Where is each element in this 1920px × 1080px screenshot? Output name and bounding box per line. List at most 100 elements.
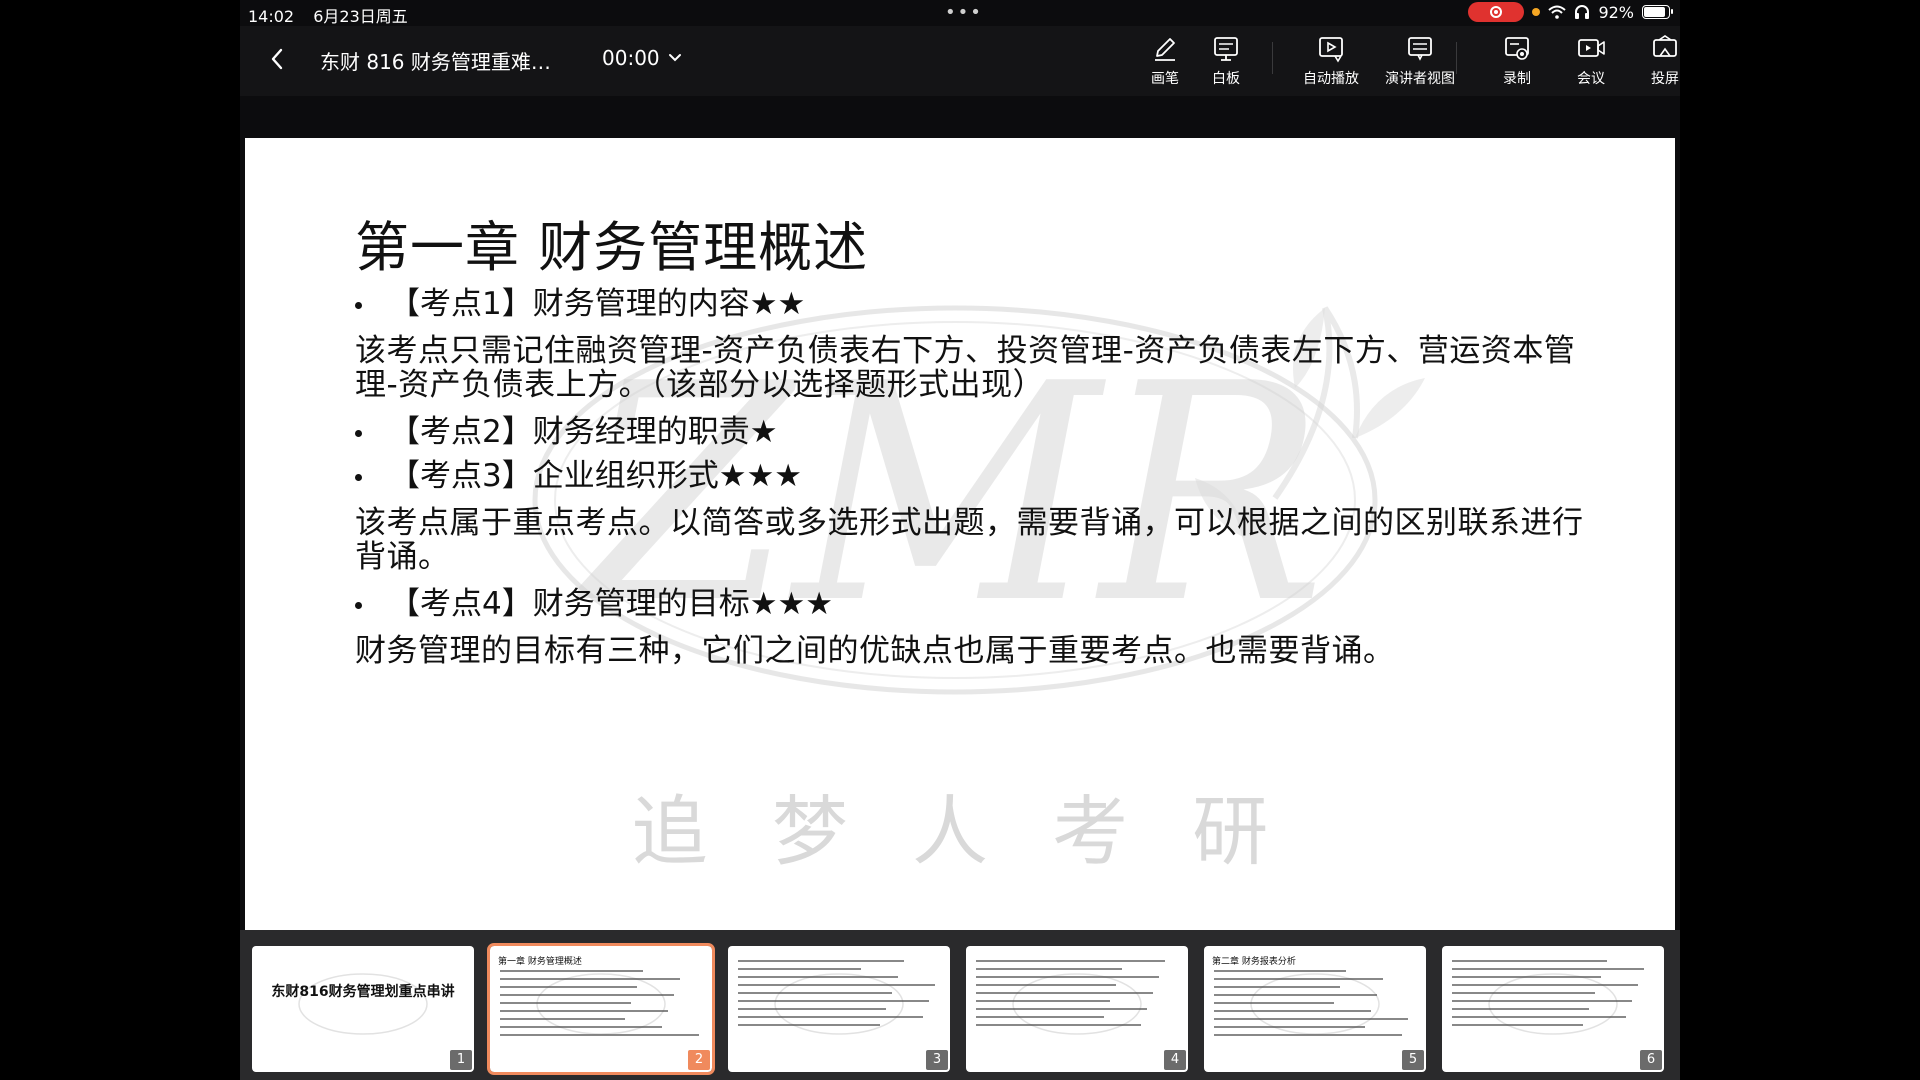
thumbnail-text-line: [738, 992, 892, 994]
battery-level: [1644, 7, 1666, 17]
thumbnail-title: 第二章 财务报表分析: [1212, 957, 1296, 967]
thumbnail-text-line: [500, 994, 674, 996]
pen-label: 画笔: [1151, 71, 1179, 87]
slide-thumbnail[interactable]: 3: [728, 946, 950, 1072]
thumbnail-text-line: [500, 970, 643, 972]
thumbnail-text-line: [1452, 984, 1638, 986]
slide-thumbnail[interactable]: 4: [966, 946, 1188, 1072]
thumbnail-text-line: [1452, 1024, 1583, 1026]
thumbnail-title: 第一章 财务管理概述: [498, 957, 582, 967]
slide-thumbnail-strip[interactable]: 东财816财务管理划重点串讲 1 第一章 财务管理概述 2 3 4 第二章 财务报表分析 5 6: [240, 930, 1680, 1080]
thumbnail-text-line: [1214, 1034, 1402, 1036]
timer-value: 00:00: [602, 46, 660, 70]
presenter-view-icon: [1408, 37, 1432, 61]
cast-icon: [1653, 35, 1677, 57]
meeting-icon: [1578, 39, 1605, 57]
slide-thumbnail[interactable]: 第二章 财务报表分析 5: [1204, 946, 1426, 1072]
thumbnail-text-line: [500, 1034, 699, 1036]
slide-title: 第一章 财务管理概述: [355, 216, 869, 279]
slide-paragraph: 该考点属于重点考点。以简答或多选形式出题，需要背诵，可以根据之间的区别联系进行背…: [355, 505, 1584, 575]
record-dot-icon: [1490, 6, 1503, 18]
autoplay-button[interactable]: 自动播放: [1293, 34, 1369, 88]
thumbnail-text-line: [1214, 994, 1377, 996]
battery-icon: [1642, 5, 1673, 19]
thumbnail-text-line: [1452, 968, 1644, 970]
thumbnail-text-line: [976, 984, 1116, 986]
thumbnail-number: 5: [1402, 1050, 1424, 1070]
slide-paragraph: 该考点只需记住融资管理-资产负债表右下方、投资管理-资产负债表左下方、营运资本管…: [355, 333, 1576, 403]
thumbnail-cover-title: 东财816财务管理划重点串讲: [252, 984, 474, 1000]
slide-bullet: 【考点2】财务经理的职责★: [355, 412, 1585, 452]
pen-icon: [1155, 38, 1175, 61]
thumbnail-text-line: [976, 1016, 1104, 1018]
thumbnail-text-line: [500, 986, 637, 988]
thumbnail-number: 3: [926, 1050, 948, 1070]
thumbnail-text-line: [1452, 976, 1601, 978]
timer-dropdown[interactable]: 00:00: [602, 46, 682, 70]
whiteboard-button[interactable]: 白板: [1188, 34, 1264, 88]
thumbnail-text-line: [500, 1002, 631, 1004]
current-slide[interactable]: ZMR 追 梦 人 考 研 第一章 财务管理概述 【考点1】财务管理的内容★★ 该…: [245, 138, 1675, 930]
thumbnail-text-line: [500, 1026, 662, 1028]
thumbnail-text-line: [1214, 1002, 1334, 1004]
thumbnail-text-line: [1214, 1010, 1371, 1012]
slide-thumbnail[interactable]: 东财816财务管理划重点串讲 1: [252, 946, 474, 1072]
thumbnail-text-line: [976, 992, 1153, 994]
meeting-button[interactable]: 会议: [1553, 34, 1629, 88]
thumbnail-text-line: [500, 1010, 668, 1012]
meeting-label: 会议: [1577, 71, 1605, 87]
thumbnail-title: 东财816财务管理划重点串讲: [271, 984, 455, 1000]
watermark-text: 追 梦 人 考 研: [632, 787, 1289, 876]
slide-bullet: 【考点1】财务管理的内容★★: [355, 284, 1585, 324]
slide-content: 第一章 财务管理概述 【考点1】财务管理的内容★★ 该考点只需记住融资管理-资产负…: [355, 216, 1585, 678]
status-time: 14:02: [248, 7, 295, 26]
slide-thumbnail[interactable]: 第一章 财务管理概述 2: [487, 943, 715, 1075]
thumbnail-text-line: [1452, 1008, 1589, 1010]
thumbnail-number: 6: [1640, 1050, 1662, 1070]
chevron-left-icon: [271, 48, 283, 70]
thumbnail-text-line: [1214, 1026, 1365, 1028]
back-button[interactable]: [260, 42, 294, 76]
thumbnail-watermark-icon: [298, 973, 428, 1035]
whiteboard-icon: [1214, 37, 1238, 61]
screen-record-indicator[interactable]: [1468, 2, 1525, 22]
multitask-dots-icon[interactable]: •••: [945, 2, 983, 23]
thumbnail-text-line: [1452, 960, 1607, 962]
cast-button[interactable]: 投屏: [1627, 34, 1703, 88]
presenter-view-button[interactable]: 演讲者视图: [1382, 34, 1458, 88]
toolbar-divider: [1456, 42, 1457, 74]
thumbnail-text-line: [500, 1018, 625, 1020]
thumbnail-text-line: [976, 968, 1122, 970]
thumbnail-text-line: [738, 976, 898, 978]
thumbnail-number: 1: [450, 1050, 472, 1070]
whiteboard-label: 白板: [1212, 71, 1240, 87]
thumbnail-number: 2: [688, 1050, 710, 1070]
thumbnail-text-line: [976, 1000, 1110, 1002]
status-date: 6月23日周五: [313, 7, 408, 26]
thumbnail-text-line: [738, 984, 935, 986]
record-label: 录制: [1503, 71, 1531, 87]
autoplay-label: 自动播放: [1303, 71, 1359, 87]
thumbnail-text-line: [738, 1008, 886, 1010]
thumbnail-text-line: [738, 1000, 929, 1002]
thumbnail-text-line: [738, 960, 904, 962]
thumbnail-text-line: [738, 968, 861, 970]
slide-paragraph: 财务管理的目标有三种，它们之间的优缺点也属于重要考点。也需要背诵。: [355, 633, 1395, 669]
mic-in-use-icon: [1532, 8, 1541, 16]
thumbnail-text-line: [500, 978, 680, 980]
thumbnail-text-line: [1214, 1018, 1408, 1020]
thumbnail-text-line: [976, 976, 1159, 978]
thumbnail-text-line: [738, 1024, 880, 1026]
slide-bullet: 【考点3】企业组织形式★★★: [355, 456, 1585, 496]
slide-bullet: 【考点4】财务管理的目标★★★: [355, 584, 1585, 624]
cast-label: 投屏: [1651, 71, 1679, 87]
battery-percent: 92%: [1598, 2, 1634, 22]
record-icon: [1505, 37, 1529, 60]
slide-thumbnail[interactable]: 6: [1442, 946, 1664, 1072]
document-title[interactable]: 东财 816 财务管理重难…: [320, 46, 551, 75]
autoplay-icon: [1319, 37, 1343, 63]
thumbnail-text-line: [1452, 992, 1595, 994]
thumbnail-text-line: [1214, 970, 1346, 972]
record-button[interactable]: 录制: [1479, 34, 1555, 88]
presentation-app: 14:02 6月23日周五 ••• 92% 东财 816 财务管理重难… 00:…: [240, 0, 1680, 1080]
